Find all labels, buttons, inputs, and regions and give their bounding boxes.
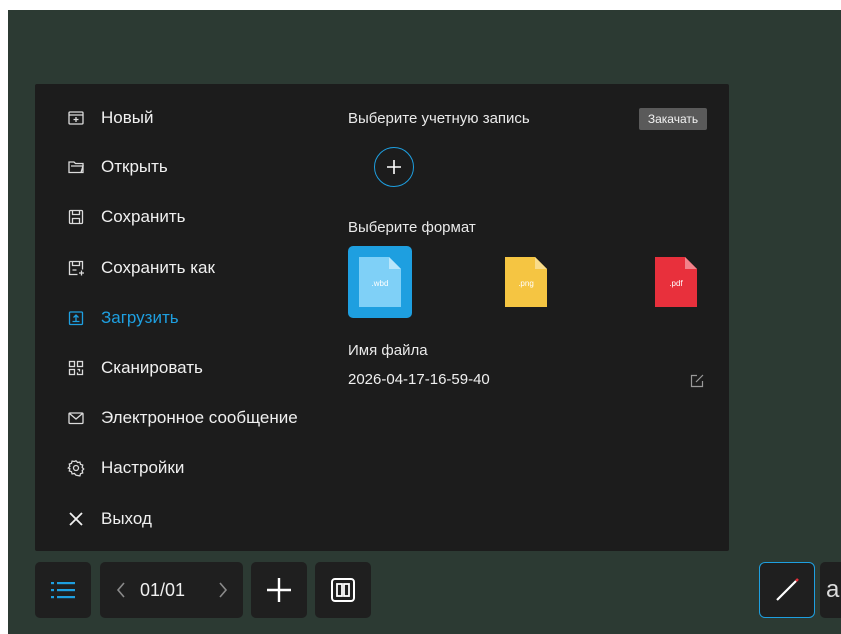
new-file-icon [65,107,87,129]
menu-item-save-as[interactable]: Сохранить как [65,253,215,283]
filename-field[interactable]: 2026-04-17-16-59-40 [348,371,490,388]
upload-icon [65,307,87,329]
chevron-left-icon [116,582,125,598]
prev-page-button[interactable] [106,562,136,618]
open-folder-icon [65,156,87,178]
page-navigator: 01/01 [100,562,243,618]
plus-icon [387,160,401,174]
menu-item-upload[interactable]: Загрузить [65,303,179,333]
wbd-file-icon: .wbd [359,257,401,307]
menu-item-email[interactable]: Электронное сообщение [65,403,298,433]
page-view-button[interactable] [315,562,371,618]
gear-icon [65,457,87,479]
save-as-icon [65,257,87,279]
menu-item-label: Сохранить [101,207,186,226]
menu-item-scan[interactable]: Сканировать [65,353,203,383]
menu-button[interactable] [35,562,91,618]
pen-icon [776,578,799,601]
qr-scan-icon [65,357,87,379]
plus-icon [267,578,291,602]
menu-item-new[interactable]: Новый [65,103,153,133]
format-label: Выберите формат [348,219,476,236]
next-page-button[interactable] [208,562,238,618]
format-option-pdf[interactable]: .pdf [644,246,708,318]
menu-item-label: Загрузить [101,308,179,327]
menu-item-label: Выход [101,509,152,528]
menu-item-exit[interactable]: Выход [65,504,152,534]
png-file-icon: .png [505,257,547,307]
text-tool-glyph: a [826,576,840,603]
save-icon [65,206,87,228]
format-ext-label: .wbd [371,279,389,288]
menu-item-label: Сканировать [101,358,203,377]
file-menu-panel: Новый Открыть Сохранить Сохранить как За… [35,84,729,551]
format-option-wbd[interactable]: .wbd [348,246,412,318]
format-ext-label: .png [518,279,534,288]
menu-item-label: Электронное сообщение [101,408,298,427]
pen-tool-button[interactable] [759,562,815,618]
list-menu-icon [51,582,75,599]
menu-item-label: Новый [101,108,154,127]
close-icon [65,508,87,530]
add-account-button[interactable] [374,147,414,187]
upload-button[interactable]: Закачать [639,108,707,130]
mail-icon [65,407,87,429]
menu-item-label: Сохранить как [101,258,215,277]
edit-icon[interactable] [689,373,705,389]
dual-page-icon [331,578,355,602]
page-indicator: 01/01 [140,580,186,600]
menu-item-label: Открыть [101,157,168,176]
format-ext-label: .pdf [669,279,683,288]
menu-item-open[interactable]: Открыть [65,152,168,182]
pdf-file-icon: .pdf [655,257,697,307]
chevron-right-icon [219,582,228,598]
account-label: Выберите учетную запись [348,110,530,127]
add-page-button[interactable] [251,562,307,618]
menu-item-settings[interactable]: Настройки [65,453,184,483]
menu-item-save[interactable]: Сохранить [65,202,185,232]
filename-label: Имя файла [348,342,428,359]
format-option-png[interactable]: .png [494,246,558,318]
menu-item-label: Настройки [101,458,185,477]
text-tool-button[interactable]: a [820,562,841,618]
